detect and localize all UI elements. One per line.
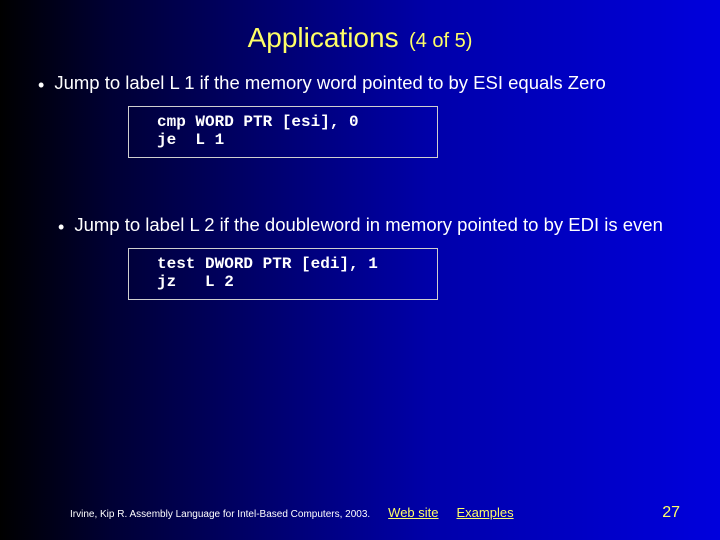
footer-link-examples[interactable]: Examples — [457, 505, 514, 520]
footer-link-website[interactable]: Web site — [388, 505, 438, 520]
bullet-text: Jump to label L 1 if the memory word poi… — [54, 72, 606, 94]
bullet-item: • Jump to label L 1 if the memory word p… — [38, 72, 682, 96]
slide-content: • Jump to label L 1 if the memory word p… — [0, 64, 720, 300]
slide-footer: Irvine, Kip R. Assembly Language for Int… — [0, 504, 720, 522]
slide-title: Applications — [248, 22, 399, 53]
footer-citation: Irvine, Kip R. Assembly Language for Int… — [70, 509, 370, 520]
code-block: cmp WORD PTR [esi], 0 je L 1 — [128, 106, 438, 158]
bullet-item: • Jump to label L 2 if the doubleword in… — [38, 214, 682, 238]
bullet-dot-icon: • — [58, 216, 64, 238]
code-block: test DWORD PTR [edi], 1 jz L 2 — [128, 248, 438, 300]
slide-title-area: Applications (4 of 5) — [0, 0, 720, 64]
slide-subtitle: (4 of 5) — [409, 30, 472, 52]
page-number: 27 — [662, 504, 680, 522]
bullet-text: Jump to label L 2 if the doubleword in m… — [74, 214, 663, 236]
bullet-dot-icon: • — [38, 74, 44, 96]
